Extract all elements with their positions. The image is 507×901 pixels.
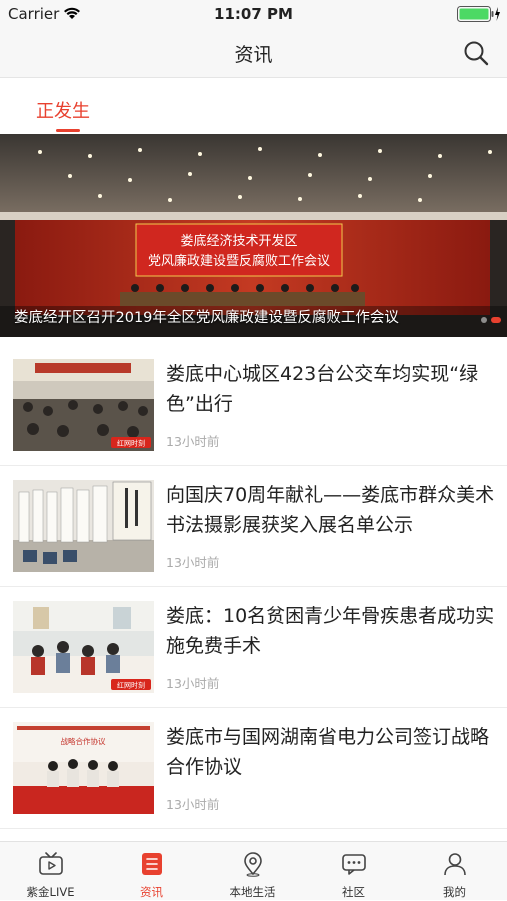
- news-thumbnail: 战略合作协议: [13, 722, 154, 814]
- news-thumbnail: [13, 480, 154, 572]
- tab-label: 社区: [342, 885, 365, 899]
- tab-zijin-live[interactable]: 紫金LIVE: [0, 842, 101, 901]
- tab-label: 资讯: [140, 885, 163, 899]
- tab-zheng-fa-sheng[interactable]: 正发生: [36, 97, 90, 123]
- tab-news[interactable]: 资讯: [101, 842, 202, 901]
- news-timestamp: 13小时前: [166, 797, 220, 812]
- news-thumbnail: 红网时刻: [13, 601, 154, 693]
- search-icon[interactable]: [463, 40, 489, 66]
- news-title: 娄底：10名贫困青少年骨疾患者成功实施免费手术: [166, 605, 495, 657]
- tab-local-life[interactable]: 本地生活: [202, 842, 303, 901]
- tab-mine[interactable]: 我的: [404, 842, 505, 901]
- tab-label: 我的: [443, 885, 466, 899]
- thumbnail-watermark: 战略合作协议: [61, 736, 106, 746]
- news-list-icon: [142, 853, 162, 875]
- news-item[interactable]: 红网时刻 娄底：10名贫困青少年骨疾患者成功实施免费手术 13小时前: [0, 587, 507, 708]
- clock: 11:07 PM: [214, 5, 293, 23]
- tv-icon: [39, 852, 63, 875]
- news-timestamp: 13小时前: [166, 434, 220, 449]
- navigation-bar: 资讯: [0, 28, 507, 78]
- carousel-page-indicator: [481, 317, 501, 323]
- tab-community[interactable]: 社区: [303, 842, 404, 901]
- person-icon: [444, 853, 466, 876]
- category-tabs: 正发生: [0, 79, 507, 134]
- thumbnail-watermark: 红网时刻: [117, 439, 145, 448]
- news-thumbnail: 红网时刻: [13, 359, 154, 451]
- carousel-dot-active: [491, 317, 501, 323]
- tab-label: 紫金LIVE: [26, 885, 75, 899]
- news-timestamp: 13小时前: [166, 676, 220, 691]
- news-timestamp: 13小时前: [166, 555, 220, 570]
- news-item[interactable]: 战略合作协议 娄底市与国网湖南省电力公司签订战略合作协议 13小时前: [0, 708, 507, 829]
- featured-banner[interactable]: 娄底经济技术开发区 党风廉政建设暨反腐败工作会议 娄底经开区召开2019年全区党…: [0, 134, 507, 337]
- thumbnail-watermark: 红网时刻: [117, 681, 145, 690]
- chat-bubbles-icon: [342, 854, 366, 875]
- bottom-tab-bar: 紫金LIVE 资讯 本地生活 社区 我的: [0, 841, 507, 900]
- carousel-dot: [481, 317, 487, 323]
- page-title: 资讯: [234, 44, 273, 66]
- location-pin-icon: [244, 852, 262, 877]
- tab-active-indicator: [56, 129, 80, 132]
- banner-screen-line1: 娄底经济技术开发区: [180, 233, 297, 249]
- news-item[interactable]: 向国庆70周年献礼——娄底市群众美术书法摄影展获奖入展名单公示 13小时前: [0, 466, 507, 587]
- banner-caption: 娄底经开区召开2019年全区党风廉政建设暨反腐败工作会议: [14, 310, 399, 326]
- news-list: 红网时刻 娄底中心城区423台公交车均实现“绿色”出行 13小时前 向国庆70周…: [0, 345, 507, 829]
- news-title: 向国庆70周年献礼——娄底市群众美术书法摄影展获奖入展名单公示: [166, 484, 495, 536]
- news-item[interactable]: 红网时刻 娄底中心城区423台公交车均实现“绿色”出行 13小时前: [0, 345, 507, 466]
- battery-icon: [457, 6, 500, 22]
- status-bar: Carrier 11:07 PM: [0, 0, 507, 28]
- banner-screen-line2: 党风廉政建设暨反腐败工作会议: [148, 253, 330, 269]
- tab-label: 本地生活: [229, 885, 276, 899]
- news-title: 娄底市与国网湖南省电力公司签订战略合作协议: [166, 726, 490, 778]
- news-title: 娄底中心城区423台公交车均实现“绿色”出行: [166, 363, 479, 415]
